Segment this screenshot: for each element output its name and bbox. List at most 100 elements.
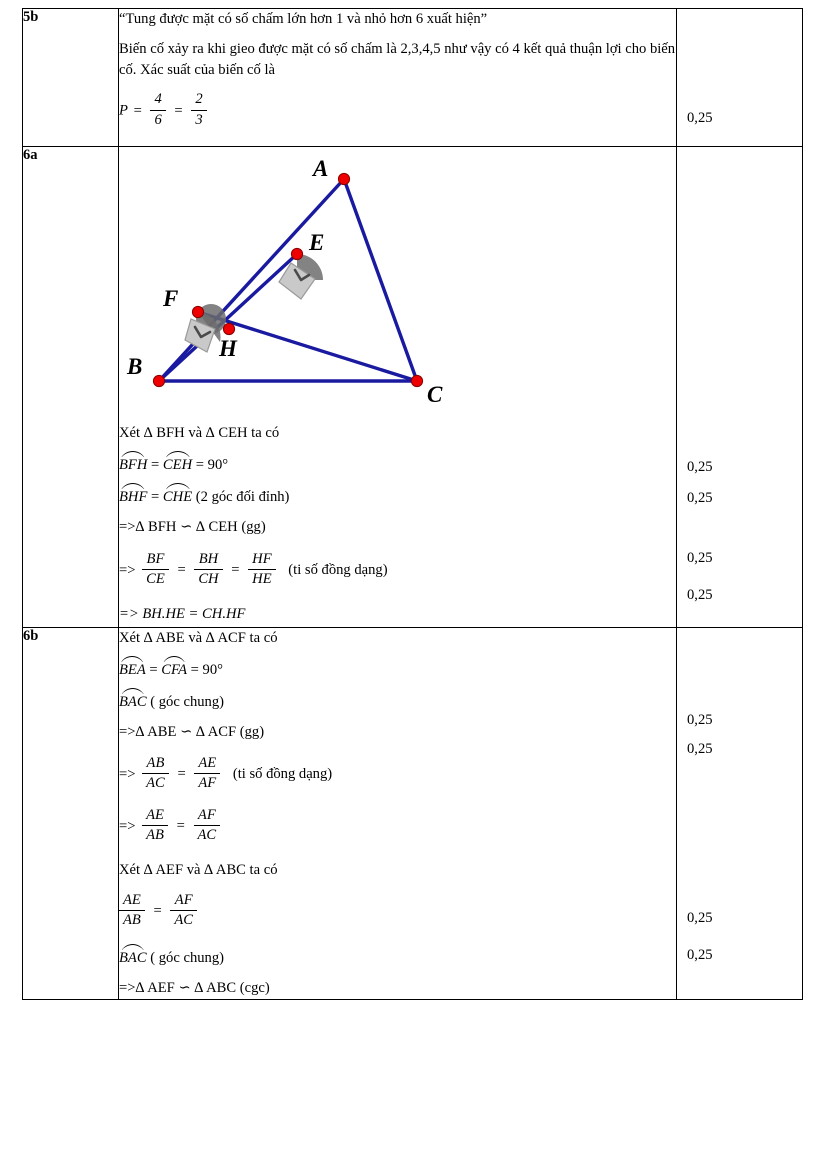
fraction-AB-AC: AB AC: [142, 755, 169, 793]
equals-sign: =: [153, 903, 162, 920]
angle-CHE: CHE: [163, 483, 192, 508]
segment-BE: [157, 252, 299, 383]
proof-line-ratio-1: => AB AC = AE AF (ti số đồng dạng): [119, 755, 676, 794]
row-code-6a: 6a: [22, 146, 119, 628]
fraction-4-6: 4 6: [150, 91, 166, 129]
row-code-6b: 6b: [22, 626, 119, 1001]
equals-sign: =: [190, 662, 199, 679]
score-value: 0,25: [687, 910, 713, 926]
point-label-H: H: [219, 336, 237, 361]
fraction-AE-AB: AE AB: [119, 892, 145, 930]
marking-sheet: 5b “Tung được mặt có số chấm lớn hơn 1 v…: [22, 8, 803, 1001]
point-C: [410, 374, 424, 388]
fraction-numerator: AF: [170, 892, 198, 912]
angle-note: (2 góc đối đỉnh): [195, 489, 290, 506]
score-value: 0,25: [687, 947, 713, 963]
angle-BAC: BAC: [119, 943, 147, 969]
proof-line-conclusion: =>∆ AEF ∽ ∆ ABC (cgc): [119, 979, 270, 996]
proof-line-similarity: =>∆ ABE ∽ ∆ ACF (gg): [119, 724, 265, 741]
angle-BHF: BHF: [119, 483, 147, 508]
fraction-AF-AC: AF AC: [170, 892, 198, 930]
fraction-denominator: AF: [198, 775, 217, 792]
proof-line-common-angle-2: BAC ( góc chung): [119, 943, 676, 969]
fraction-numerator: AE: [119, 892, 145, 912]
fraction-AE-AB: AE AB: [142, 807, 168, 845]
score-value: 0,25: [687, 110, 713, 126]
fraction-denominator: AB: [146, 827, 164, 844]
row-body-6b: Xét ∆ ABE và ∆ ACF ta có BEA = CFA = 90°…: [118, 626, 677, 1001]
segment-AC: [342, 177, 419, 383]
fraction-denominator: AB: [123, 912, 141, 929]
statement-quote: “Tung được mặt có số chấm lớn hơn 1 và n…: [119, 11, 488, 27]
proof-line-ratio: => BF CE = BH CH = HF HE (ti số đồng dạn…: [119, 551, 676, 590]
angle-BEA: BEA: [119, 656, 146, 681]
row-body-6a: A B C E F H Xét ∆ BFH và ∆ CEH ta có BFH…: [118, 146, 677, 628]
proof-line-vertical-angles: BHF = CHE (2 góc đối đỉnh): [119, 483, 676, 508]
implies-arrow: =>: [119, 561, 136, 578]
fraction-numerator: HF: [248, 551, 276, 571]
row-code-5b: 5b: [22, 8, 119, 147]
fraction-BF-CE: BF CE: [142, 551, 169, 589]
angle-CEH: CEH: [163, 451, 192, 476]
table-row: 5b “Tung được mặt có số chấm lớn hơn 1 v…: [22, 8, 803, 147]
equals-sign: =: [195, 457, 204, 474]
fraction-denominator: AC: [197, 827, 217, 844]
equals-sign: =: [149, 662, 158, 679]
proof-line-ratio-2: => AE AB = AF AC: [119, 807, 676, 846]
fraction-denominator: HE: [252, 571, 272, 588]
score-value: 0,25: [687, 741, 713, 757]
triangle-svg: [152, 172, 424, 388]
point-label-A: A: [313, 156, 329, 181]
row-score-6a: 0,25 0,25 0,25 0,25: [676, 146, 803, 628]
equals-sign: =: [176, 817, 185, 834]
probability-formula: P = 4 6 = 2 3: [119, 91, 676, 130]
point-E: [290, 247, 304, 261]
proof-line-intro-2: Xét ∆ AEF và ∆ ABC ta có: [119, 861, 278, 878]
row-score-6b: 0,25 0,25 0,25 0,25: [676, 626, 803, 1001]
angle-note: ( góc chung): [150, 949, 224, 966]
proof-line-ratio-3: AE AB = AF AC: [119, 892, 676, 931]
fraction-denominator: 3: [195, 111, 203, 128]
formula-equals-2: =: [174, 102, 183, 119]
proof-line-angle-equality: BEA = CFA = 90°: [119, 656, 676, 681]
fraction-BH-CH: BH CH: [194, 551, 223, 589]
equals-sign: =: [151, 489, 160, 506]
proof-line-intro: Xét ∆ ABE và ∆ ACF ta có: [119, 630, 278, 646]
score-value: 0,25: [687, 459, 713, 475]
ratio-note: (ti số đồng dạng): [232, 765, 333, 782]
fraction-denominator: 6: [154, 111, 162, 128]
fraction-denominator: CH: [198, 571, 219, 588]
statement-explanation: Biến cố xảy ra khi gieo được mặt có số c…: [119, 41, 676, 79]
formula-equals-1: =: [133, 102, 142, 119]
table-row: 6b Xét ∆ ABE và ∆ ACF ta có BEA = CFA = …: [22, 626, 803, 1001]
score-value: 0,25: [687, 587, 713, 603]
point-label-B: B: [127, 354, 143, 379]
angle-BAC: BAC: [119, 688, 147, 713]
row-body-5b: “Tung được mặt có số chấm lớn hơn 1 và n…: [118, 8, 677, 147]
equals-sign: =: [177, 561, 186, 578]
score-value: 0,25: [687, 712, 713, 728]
angle-value: 90°: [202, 662, 223, 679]
angle-CFA: CFA: [161, 656, 187, 681]
equals-sign: =: [151, 457, 160, 474]
point-H: [222, 322, 236, 336]
fraction-numerator: BF: [142, 551, 169, 571]
proof-line-common-angle: BAC ( góc chung): [119, 688, 676, 713]
point-A: [337, 172, 351, 186]
fraction-numerator: AB: [142, 755, 169, 775]
fraction-numerator: AE: [142, 807, 168, 827]
right-angle-marker-E: [278, 254, 323, 300]
table-row: 6a A B C E F H Xét ∆ BFH và ∆ CEH ta có …: [22, 146, 803, 628]
fraction-numerator: AE: [194, 755, 221, 775]
proof-line-intro: Xét ∆ BFH và ∆ CEH ta có: [119, 425, 280, 441]
equals-sign: =: [231, 561, 240, 578]
proof-line-similarity: =>∆ BFH ∽ ∆ CEH (gg): [119, 519, 266, 536]
fraction-numerator: 4: [150, 91, 166, 111]
angle-value: 90°: [207, 457, 229, 474]
equals-sign: =: [177, 765, 186, 782]
row-score-5b: 0,25: [676, 8, 803, 147]
point-B: [152, 374, 166, 388]
fraction-2-3: 2 3: [191, 91, 207, 129]
fraction-numerator: AF: [193, 807, 221, 827]
proof-line-conclusion: => BH.HE = CH.HF: [119, 605, 246, 622]
